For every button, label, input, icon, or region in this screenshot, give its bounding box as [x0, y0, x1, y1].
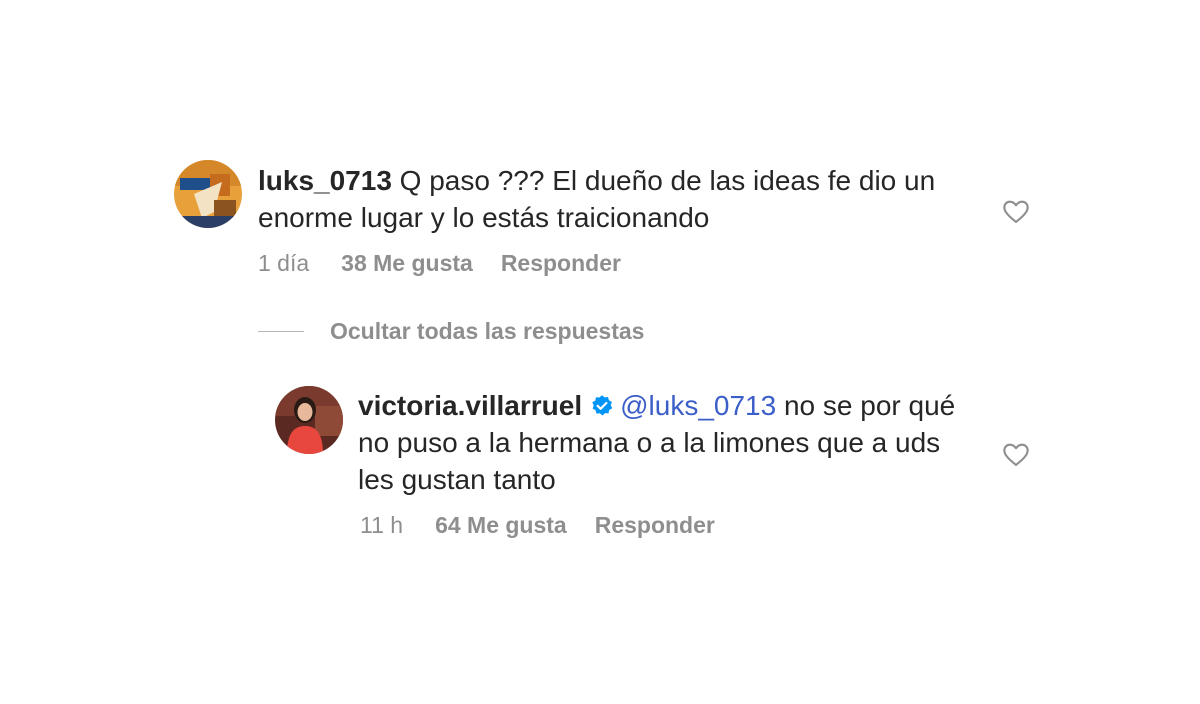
reply-time[interactable]: 11 h: [360, 512, 403, 539]
comment-body: luks_0713 Q paso ??? El dueño de las ide…: [258, 162, 978, 236]
hide-replies-divider: [258, 330, 304, 333]
verified-badge-icon: [592, 395, 613, 416]
avatar-victoria-image: [275, 386, 343, 454]
reply-meta: 11 h 64 Me gusta Responder: [360, 512, 715, 539]
avatar-luks-image: [174, 160, 242, 228]
reply-mention-link[interactable]: @luks_0713: [620, 390, 776, 421]
comment-meta: 1 día 38 Me gusta Responder: [258, 250, 621, 277]
hide-replies-label: Ocultar todas las respuestas: [330, 318, 645, 344]
reply-like-heart-icon[interactable]: [1002, 441, 1030, 469]
comment-username[interactable]: luks_0713: [258, 165, 392, 196]
comment-likes[interactable]: 38 Me gusta: [341, 250, 473, 277]
comment-reply-button[interactable]: Responder: [501, 250, 621, 277]
reply-likes[interactable]: 64 Me gusta: [435, 512, 567, 539]
reply-reply-button[interactable]: Responder: [595, 512, 715, 539]
avatar-luks[interactable]: [174, 160, 242, 228]
like-heart-icon[interactable]: [1002, 198, 1030, 226]
hide-replies-button[interactable]: Ocultar todas las respuestas: [258, 318, 644, 345]
reply-username[interactable]: victoria.villarruel: [358, 390, 582, 421]
comment-time[interactable]: 1 día: [258, 250, 309, 277]
reply-body: victoria.villarruel @luks_0713 no se por …: [358, 387, 978, 498]
avatar-victoria[interactable]: [275, 386, 343, 454]
